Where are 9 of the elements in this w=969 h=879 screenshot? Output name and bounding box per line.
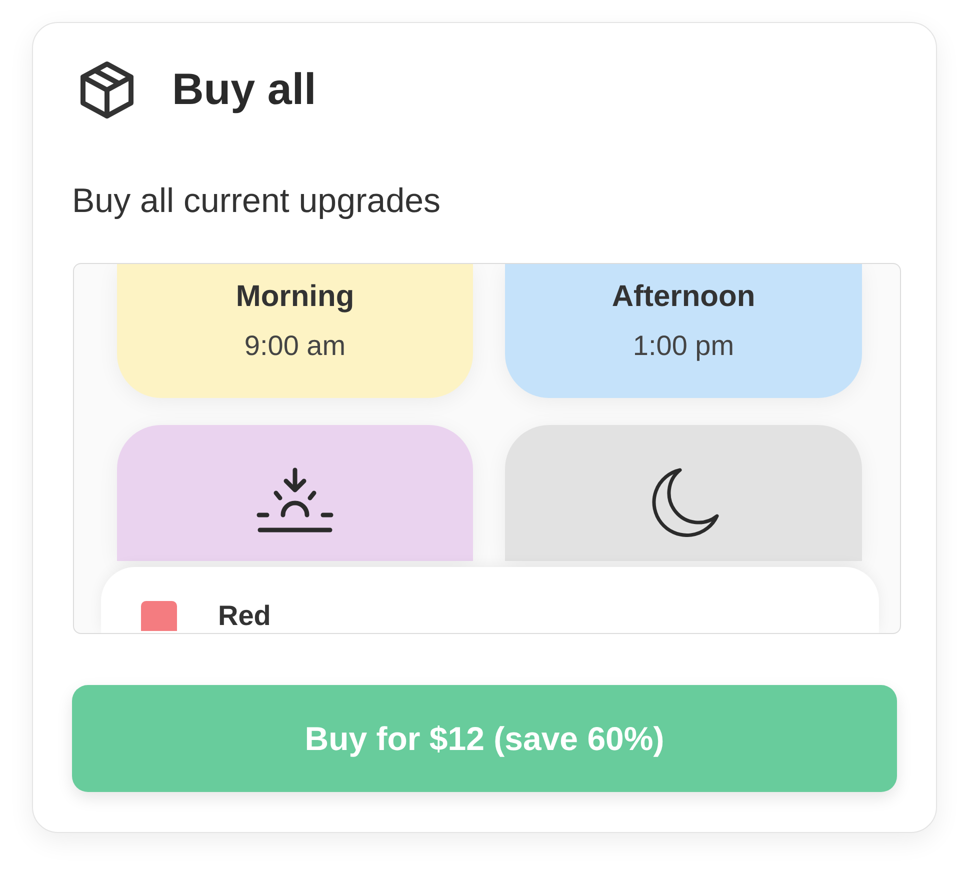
- card-title: Buy all: [172, 64, 316, 116]
- box-icon: [80, 61, 134, 119]
- tile-title: Morning: [236, 279, 354, 315]
- tile-time: 9:00 am: [244, 329, 346, 363]
- buy-button[interactable]: Buy for $12 (save 60%): [72, 685, 897, 792]
- card-description: Buy all current upgrades: [72, 181, 442, 221]
- tile-title: Afternoon: [612, 279, 756, 315]
- color-name: Red: [218, 602, 271, 630]
- tile-time: 1:00 pm: [632, 329, 734, 363]
